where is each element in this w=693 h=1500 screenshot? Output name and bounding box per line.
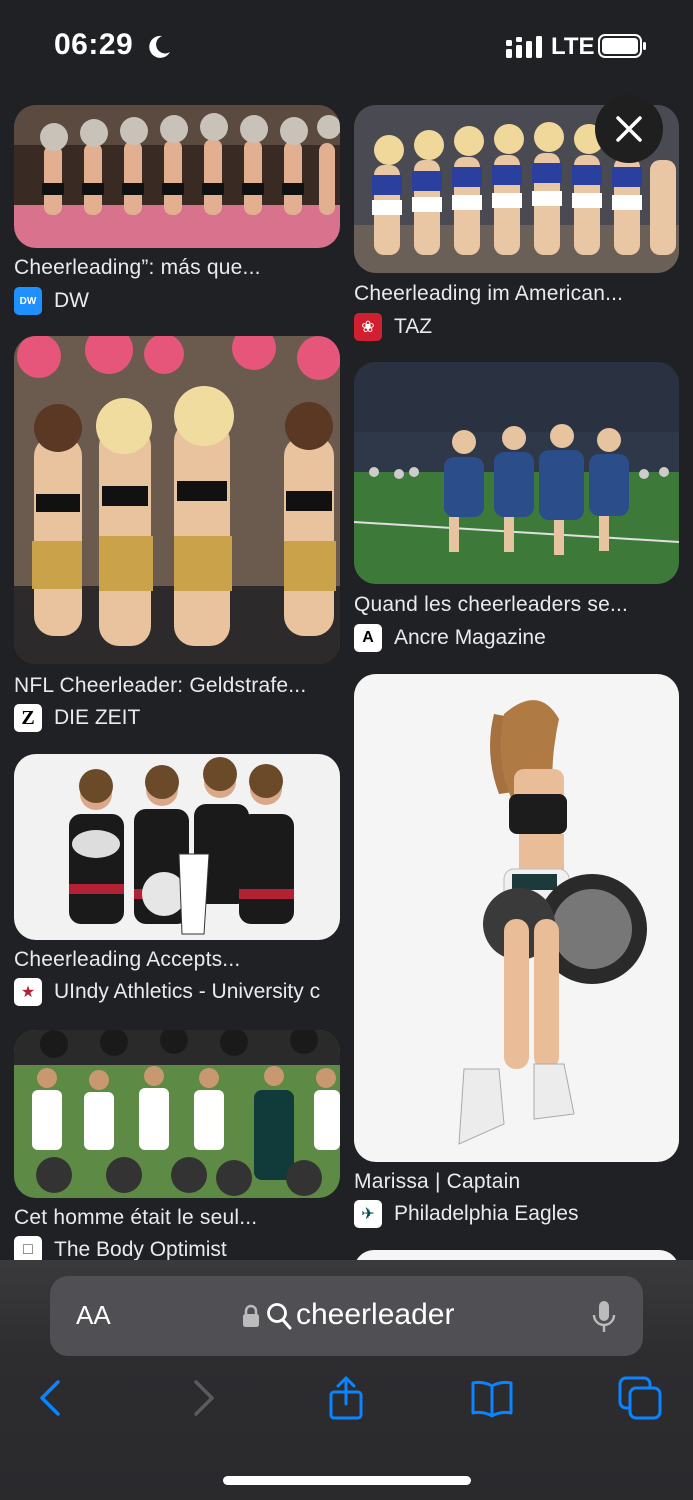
- mic-icon[interactable]: [592, 1300, 616, 1334]
- address-bar[interactable]: AA cheerleader: [50, 1276, 643, 1356]
- result-source-name: DW: [54, 289, 89, 312]
- result-image[interactable]: [14, 105, 340, 248]
- result-image[interactable]: [354, 1250, 679, 1260]
- result-source[interactable]: DW DW: [14, 287, 344, 317]
- result-title[interactable]: Marissa | Captain: [354, 1170, 684, 1194]
- result-title[interactable]: Cet homme était le seul...: [14, 1206, 344, 1230]
- result-card[interactable]: NFL Cheerleader: Geldstrafe... Z DIE ZEI…: [14, 336, 340, 736]
- result-image[interactable]: [14, 336, 340, 664]
- result-source-name: DIE ZEIT: [54, 706, 141, 729]
- result-title[interactable]: Cheerleading Accepts...: [14, 948, 344, 972]
- signal-icon: [506, 36, 542, 58]
- home-indicator: [223, 1476, 471, 1485]
- share-icon[interactable]: [324, 1376, 368, 1420]
- body-optimist-favicon-icon: □: [14, 1236, 42, 1262]
- close-button[interactable]: [595, 95, 663, 163]
- browser-toolbar: AA cheerleader: [0, 1260, 693, 1500]
- text-size-button[interactable]: AA: [76, 1300, 111, 1331]
- result-source-name: TAZ: [394, 315, 433, 338]
- result-card-partial[interactable]: [354, 1250, 679, 1260]
- bookmarks-icon[interactable]: [470, 1376, 514, 1420]
- result-card[interactable]: Marissa | Captain ✈ Philadelphia Eagles: [354, 674, 679, 1232]
- result-title[interactable]: Cheerleading”: más que...: [14, 256, 344, 280]
- result-source-name: The Body Optimist: [54, 1238, 227, 1261]
- result-source[interactable]: Z DIE ZEIT: [14, 704, 344, 734]
- search-icon: [267, 1303, 292, 1330]
- search-query[interactable]: cheerleader: [296, 1298, 454, 1332]
- result-image[interactable]: [14, 1030, 340, 1198]
- result-title[interactable]: NFL Cheerleader: Geldstrafe...: [14, 674, 344, 698]
- result-source[interactable]: ❀ TAZ: [354, 313, 684, 343]
- moon-icon: [149, 35, 170, 58]
- ancre-favicon-icon: A: [354, 624, 382, 652]
- result-source[interactable]: ★ UIndy Athletics - University c: [14, 978, 344, 1008]
- result-source[interactable]: ✈ Philadelphia Eagles: [354, 1200, 684, 1230]
- dw-favicon-icon: DW: [14, 287, 42, 315]
- result-title[interactable]: Cheerleading im American...: [354, 282, 684, 306]
- uindy-favicon-icon: ★: [14, 978, 42, 1006]
- result-image[interactable]: [14, 754, 340, 940]
- tabs-icon[interactable]: [618, 1376, 662, 1420]
- status-time: 06:29: [54, 28, 134, 61]
- forward-icon[interactable]: [180, 1376, 224, 1420]
- result-source-name: UIndy Athletics - University c: [54, 980, 321, 1003]
- result-image[interactable]: [354, 674, 679, 1162]
- battery-icon: [598, 34, 646, 58]
- network-type: LTE: [551, 33, 595, 60]
- result-image[interactable]: [354, 362, 679, 584]
- result-source-name: Philadelphia Eagles: [394, 1202, 579, 1225]
- back-icon[interactable]: [30, 1376, 74, 1420]
- lock-icon: [243, 1304, 259, 1327]
- result-source-name: Ancre Magazine: [394, 626, 546, 649]
- result-source[interactable]: □ The Body Optimist: [14, 1236, 344, 1262]
- text-size-label: AA: [76, 1300, 111, 1330]
- zeit-favicon-icon: Z: [14, 704, 42, 732]
- result-source[interactable]: A Ancre Magazine: [354, 624, 684, 654]
- result-card[interactable]: Cet homme était le seul... □ The Body Op…: [14, 1030, 340, 1262]
- result-card[interactable]: Cheerleading Accepts... ★ UIndy Athletic…: [14, 754, 340, 1010]
- eagles-favicon-icon: ✈: [354, 1200, 382, 1228]
- taz-favicon-icon: ❀: [354, 313, 382, 341]
- result-card[interactable]: Quand les cheerleaders se... A Ancre Mag…: [354, 362, 679, 656]
- result-card[interactable]: Cheerleading”: más que... DW DW: [14, 105, 340, 315]
- result-title[interactable]: Quand les cheerleaders se...: [354, 593, 684, 617]
- status-bar: 06:29 LTE: [0, 0, 693, 92]
- close-icon: [616, 116, 642, 142]
